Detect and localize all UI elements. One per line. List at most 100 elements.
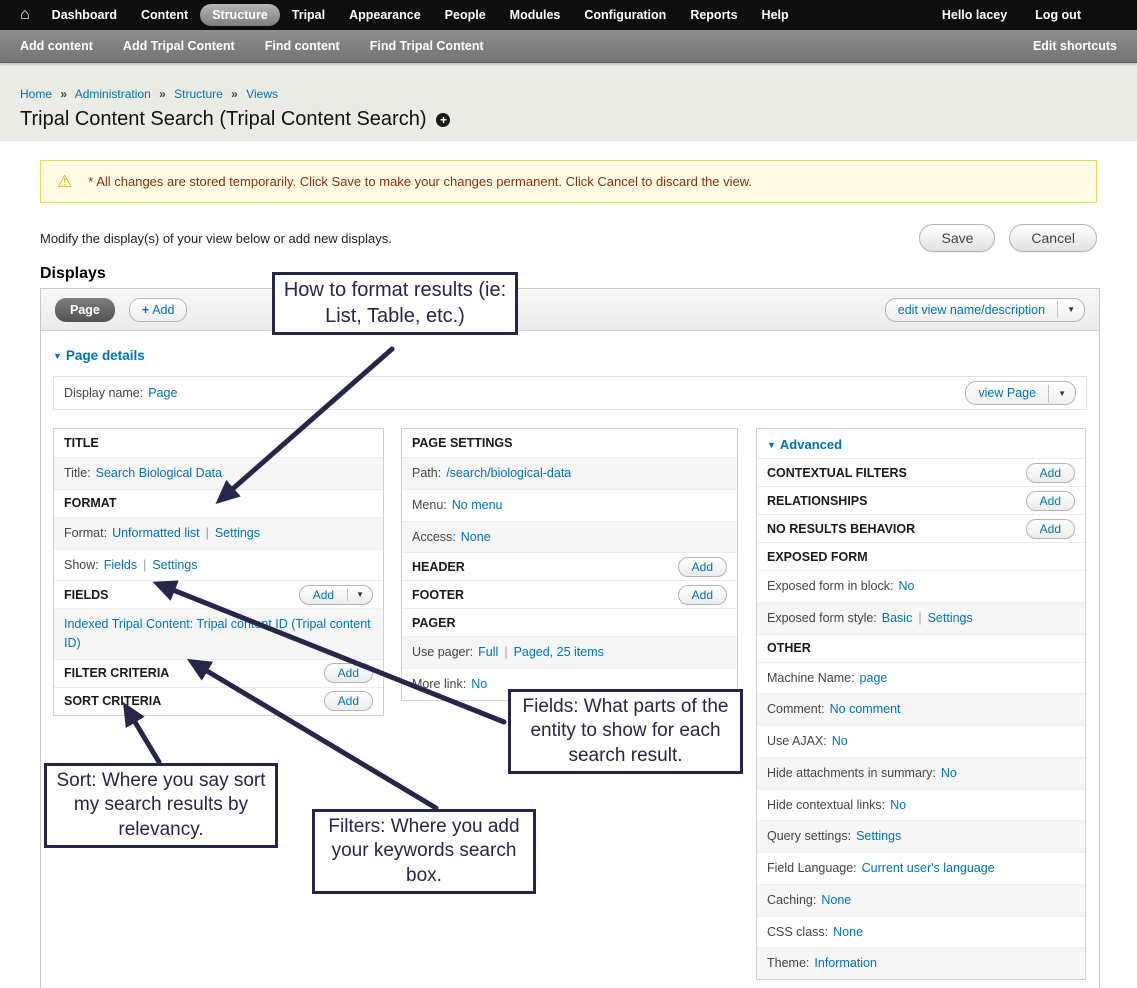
save-button[interactable]: Save bbox=[919, 224, 995, 252]
toolbar-item-tripal[interactable]: Tripal bbox=[280, 4, 337, 26]
comment-row: Comment:No comment bbox=[757, 693, 1085, 725]
field-language-row: Field Language:Current user's language bbox=[757, 852, 1085, 884]
path-row: Path:/search/biological-data bbox=[402, 457, 737, 489]
cancel-button[interactable]: Cancel bbox=[1009, 224, 1097, 252]
show-row: Show:Fields|Settings bbox=[54, 549, 383, 581]
pager-type-link[interactable]: Full bbox=[478, 645, 498, 659]
exposed-style-row: Exposed form style:Basic|Settings bbox=[757, 602, 1085, 634]
relationships-add-button[interactable]: Add bbox=[1026, 491, 1075, 511]
title-row: Title:Search Biological Data bbox=[54, 457, 383, 489]
title-link[interactable]: Search Biological Data bbox=[96, 466, 222, 480]
toolbar-item-configuration[interactable]: Configuration bbox=[572, 4, 678, 26]
header-add-button[interactable]: Add bbox=[678, 557, 727, 577]
query-settings-row: Query settings:Settings bbox=[757, 820, 1085, 852]
path-link[interactable]: /search/biological-data bbox=[446, 466, 571, 480]
shortcut-find-tripal-content[interactable]: Find Tripal Content bbox=[370, 39, 484, 53]
toolbar-item-dashboard[interactable]: Dashboard bbox=[40, 4, 129, 26]
filter-add-button[interactable]: Add bbox=[324, 663, 373, 683]
indexed-tripal-content-link[interactable]: Indexed Tripal Content: Tripal content I… bbox=[64, 617, 371, 650]
format-section-header: FORMAT bbox=[54, 489, 383, 517]
toolbar-item-people[interactable]: People bbox=[433, 4, 498, 26]
chevron-down-icon[interactable]: ▼ bbox=[347, 588, 372, 601]
edit-view-name-button[interactable]: edit view name/description ▼ bbox=[885, 298, 1085, 322]
access-link[interactable]: None bbox=[461, 530, 491, 544]
hide-contextual-row: Hide contextual links:No bbox=[757, 789, 1085, 821]
fields-section-header: FIELDS Add ▼ bbox=[54, 580, 383, 608]
breadcrumb-structure[interactable]: Structure bbox=[174, 87, 223, 101]
use-ajax-link[interactable]: No bbox=[832, 734, 848, 748]
sort-criteria-header: SORT CRITERIA Add bbox=[54, 687, 383, 715]
hide-attachments-link[interactable]: No bbox=[941, 766, 957, 780]
exposed-style-settings-link[interactable]: Settings bbox=[928, 611, 973, 625]
show-fields-link[interactable]: Fields bbox=[104, 558, 137, 572]
annotation-filters-note: Filters: Where you add your keywords sea… bbox=[312, 809, 536, 894]
shortcut-add-tripal-content[interactable]: Add Tripal Content bbox=[123, 39, 235, 53]
advanced-toggle[interactable]: ▼Advanced bbox=[757, 429, 1085, 458]
edit-shortcuts-link[interactable]: Edit shortcuts bbox=[1033, 39, 1117, 53]
toolbar-item-modules[interactable]: Modules bbox=[498, 4, 573, 26]
column-right: ▼Advanced CONTEXTUAL FILTERS Add RELATIO… bbox=[756, 428, 1086, 980]
column-middle: PAGE SETTINGS Path:/search/biological-da… bbox=[401, 428, 738, 701]
add-display-button[interactable]: +Add bbox=[129, 298, 188, 322]
query-settings-link[interactable]: Settings bbox=[856, 829, 901, 843]
annotation-format-note: How to format results (ie: List, Table, … bbox=[272, 272, 518, 335]
warning-message: ⚠ * All changes are stored temporarily. … bbox=[40, 160, 1097, 203]
page-details-toggle[interactable]: ▼Page details bbox=[53, 348, 1099, 363]
modify-instruction: Modify the display(s) of your view below… bbox=[40, 231, 392, 246]
sort-add-button[interactable]: Add bbox=[324, 691, 373, 711]
hide-contextual-link[interactable]: No bbox=[890, 798, 906, 812]
admin-toolbar: ⌂ Dashboard Content Structure Tripal App… bbox=[0, 0, 1137, 30]
page-header: Home » Administration » Structure » View… bbox=[0, 63, 1137, 141]
no-results-add-button[interactable]: Add bbox=[1026, 519, 1075, 539]
shortcut-add-content[interactable]: Add content bbox=[20, 39, 93, 53]
chevron-down-icon[interactable]: ▼ bbox=[1048, 385, 1075, 402]
shortcut-find-content[interactable]: Find content bbox=[265, 39, 340, 53]
exposed-style-link[interactable]: Basic bbox=[882, 611, 913, 625]
pager-options-link[interactable]: Paged, 25 items bbox=[514, 645, 604, 659]
format-style-link[interactable]: Unformatted list bbox=[112, 526, 200, 540]
annotation-sort-note: Sort: Where you say sort my search resul… bbox=[44, 763, 278, 848]
other-section-header: OTHER bbox=[757, 634, 1085, 662]
access-row: Access:None bbox=[402, 521, 737, 553]
format-row: Format:Unformatted list|Settings bbox=[54, 517, 383, 549]
home-icon[interactable]: ⌂ bbox=[10, 0, 40, 30]
chevron-down-icon[interactable]: ▼ bbox=[1057, 301, 1084, 318]
toolbar-item-content[interactable]: Content bbox=[129, 4, 200, 26]
theme-link[interactable]: Information bbox=[814, 956, 877, 970]
exposed-block-link[interactable]: No bbox=[898, 579, 914, 593]
footer-add-button[interactable]: Add bbox=[678, 585, 727, 605]
displays-heading: Displays bbox=[40, 265, 106, 283]
caching-link[interactable]: None bbox=[821, 893, 851, 907]
views-edit-container: Page +Add edit view name/description ▼ ▼… bbox=[40, 288, 1100, 988]
toolbar-item-appearance[interactable]: Appearance bbox=[337, 4, 433, 26]
machine-name-row: Machine Name:page bbox=[757, 662, 1085, 694]
toolbar-item-help[interactable]: Help bbox=[750, 4, 801, 26]
machine-name-link[interactable]: page bbox=[860, 671, 888, 685]
contextual-add-button[interactable]: Add bbox=[1026, 463, 1075, 483]
css-class-link[interactable]: None bbox=[833, 925, 863, 939]
user-greeting[interactable]: Hello lacey bbox=[942, 8, 1007, 22]
breadcrumb-home[interactable]: Home bbox=[20, 87, 52, 101]
format-settings-link[interactable]: Settings bbox=[215, 526, 260, 540]
more-link[interactable]: No bbox=[471, 677, 487, 691]
toolbar-item-structure[interactable]: Structure bbox=[200, 4, 280, 26]
contextual-add-icon[interactable]: + bbox=[436, 113, 450, 127]
menu-link[interactable]: No menu bbox=[452, 498, 503, 512]
css-class-row: CSS class:None bbox=[757, 916, 1085, 948]
username: lacey bbox=[976, 8, 1007, 22]
view-page-button[interactable]: view Page ▼ bbox=[965, 381, 1076, 405]
show-settings-link[interactable]: Settings bbox=[152, 558, 197, 572]
display-tab-page[interactable]: Page bbox=[55, 298, 115, 322]
display-name-link[interactable]: Page bbox=[148, 386, 177, 400]
logout-link[interactable]: Log out bbox=[1035, 8, 1081, 22]
annotation-fields-note: Fields: What parts of the entity to show… bbox=[508, 689, 743, 774]
fields-add-button[interactable]: Add ▼ bbox=[299, 585, 373, 605]
breadcrumb-views[interactable]: Views bbox=[246, 87, 278, 101]
use-pager-row: Use pager:Full|Paged, 25 items bbox=[402, 636, 737, 668]
breadcrumb: Home » Administration » Structure » View… bbox=[20, 87, 1117, 101]
breadcrumb-administration[interactable]: Administration bbox=[75, 87, 151, 101]
field-language-link[interactable]: Current user's language bbox=[862, 861, 995, 875]
toolbar-item-reports[interactable]: Reports bbox=[678, 4, 749, 26]
comment-link[interactable]: No comment bbox=[830, 702, 901, 716]
actions-row: Modify the display(s) of your view below… bbox=[40, 222, 1097, 254]
